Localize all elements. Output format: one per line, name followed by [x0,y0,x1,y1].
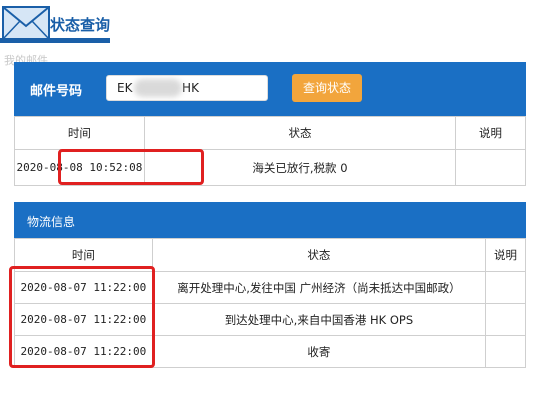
status-note-cell [455,149,526,186]
logistics-col-status-header: 状态 [151,238,487,272]
logistics-note-cell [485,303,526,336]
table-row: 2020-08-08 10:52:08 海关已放行,税款 0 [14,149,526,186]
status-col-time-header: 时间 [14,116,145,150]
status-col-status-header: 状态 [143,116,457,150]
query-status-button[interactable]: 查询状态 [292,74,362,102]
status-col-note-header: 说明 [455,116,526,150]
envelope-icon [2,6,50,40]
logistics-status-cell: 到达处理中心,来自中国香港 HK OPS [151,303,487,336]
logistics-time-cell: 2020-08-07 11:22:00 [14,271,153,304]
table-row: 2020-08-07 11:22:00 离开处理中心,发往中国 广州经济（尚未抵… [14,271,526,304]
logistics-status-cell: 离开处理中心,发往中国 广州经济（尚未抵达中国邮政） [151,271,487,304]
mail-number-label: 邮件号码 [30,84,83,99]
logistics-table: 时间 状态 说明 2020-08-07 11:22:00 离开处理中心,发往中国… [14,238,526,368]
logistics-time-cell: 2020-08-07 11:22:00 [14,335,153,368]
logistics-note-cell [485,271,526,304]
page-title: 状态查询 [50,16,111,34]
page-header: 状态查询 我的邮件 [0,0,540,67]
status-table-header-row: 时间 状态 说明 [14,116,526,150]
redaction-blur [134,79,182,97]
table-row: 2020-08-07 11:22:00 收寄 [14,335,526,368]
title-underline [0,38,110,43]
mail-number-input[interactable]: EK HK [106,75,268,101]
logistics-time-cell: 2020-08-07 11:22:00 [14,303,153,336]
table-row: 2020-08-07 11:22:00 到达处理中心,来自中国香港 HK OPS [14,303,526,336]
logistics-table-header-row: 时间 状态 说明 [14,238,526,272]
search-bar: 邮件号码 EK HK 查询状态 [14,62,526,116]
logistics-col-note-header: 说明 [485,238,526,272]
logistics-section-title: 物流信息 [27,215,76,229]
status-time-cell: 2020-08-08 10:52:08 [14,149,145,186]
logistics-section-bar: 物流信息 [14,202,526,238]
logistics-col-time-header: 时间 [14,238,153,272]
status-table: 时间 状态 说明 2020-08-08 10:52:08 海关已放行,税款 0 [14,116,526,186]
logistics-note-cell [485,335,526,368]
status-status-cell: 海关已放行,税款 0 [143,149,457,186]
logistics-status-cell: 收寄 [151,335,487,368]
